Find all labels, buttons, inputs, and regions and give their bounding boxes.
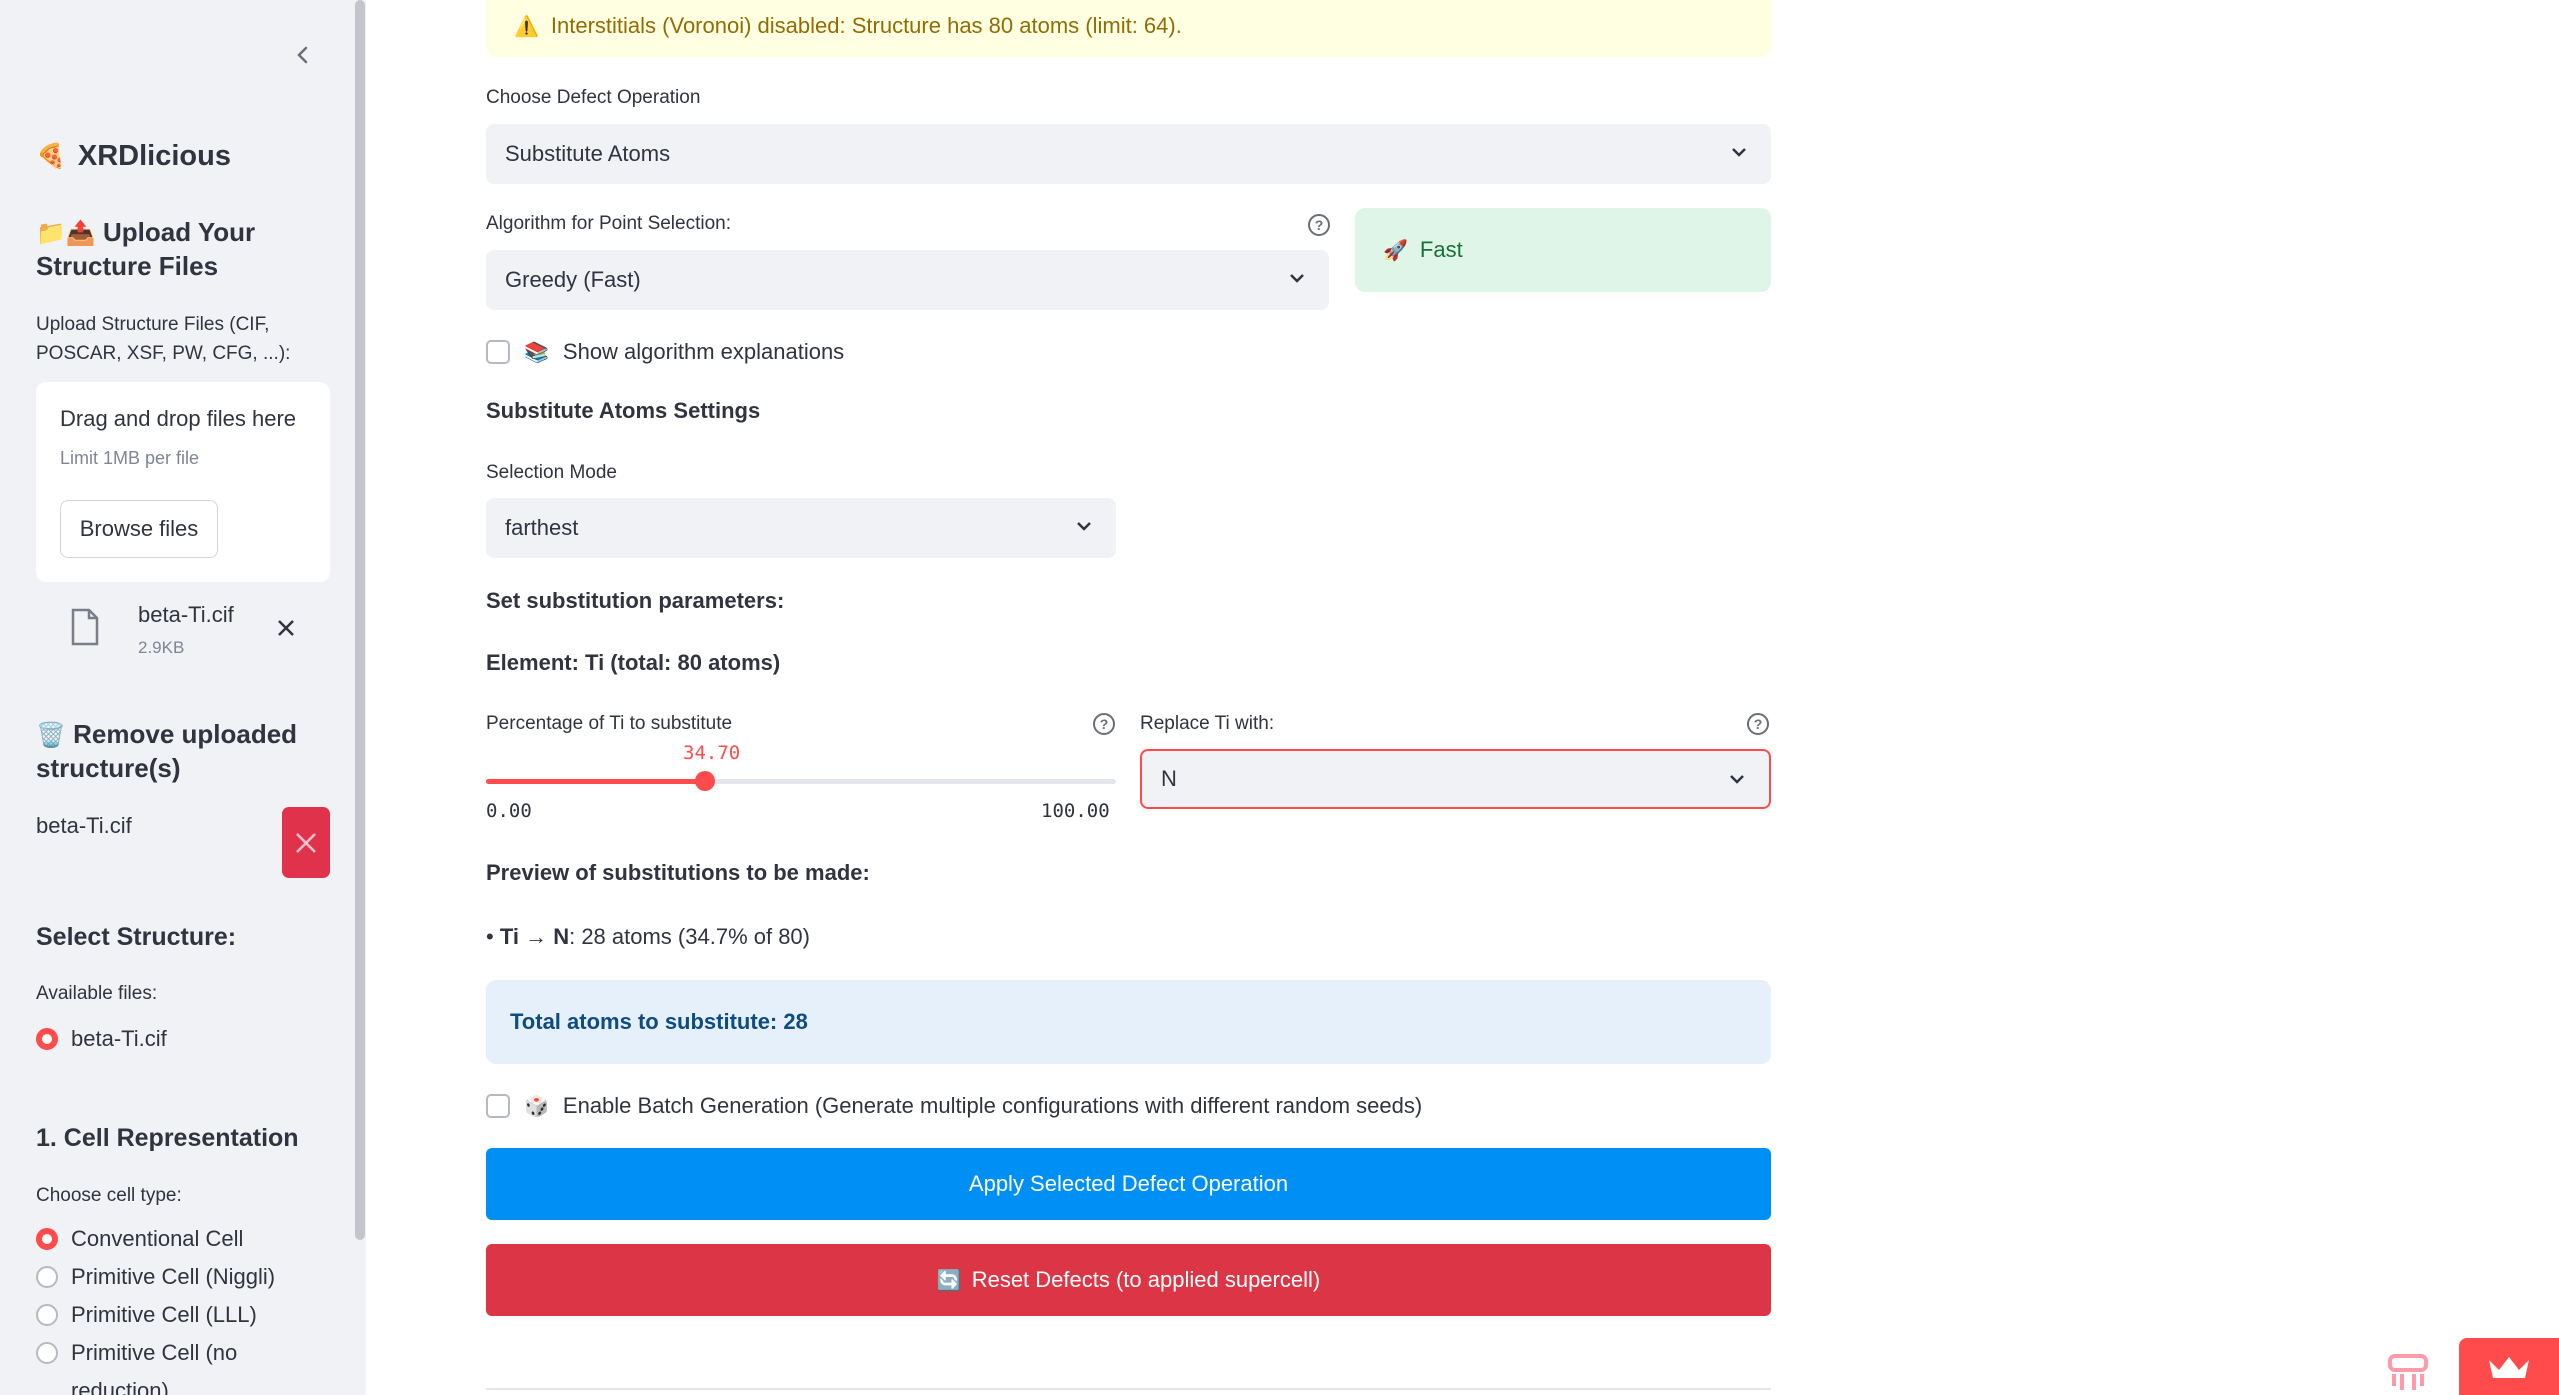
radio-selected[interactable]: [36, 1028, 58, 1050]
radio[interactable]: [36, 1304, 58, 1326]
app-brand: 🍕 XRDlicious: [36, 140, 231, 173]
remove-structure-button[interactable]: [282, 807, 330, 878]
preview-heading: Preview of substitutions to be made:: [486, 860, 870, 885]
rocket-icon: 🚀: [1383, 239, 1408, 262]
uploaded-file: beta-Ti.cif 2.9KB: [36, 596, 336, 676]
cell-radio-niggli[interactable]: Primitive Cell (Niggli): [36, 1264, 275, 1290]
cell-radio-conventional[interactable]: Conventional Cell: [36, 1226, 243, 1252]
warning-alert: ⚠️ Interstitials (Voronoi) disabled: Str…: [486, 0, 1771, 57]
total-info-box: Total atoms to substitute: 28: [486, 980, 1771, 1064]
warning-icon: ⚠️: [514, 16, 539, 38]
show-explanations-checkbox[interactable]: 📚 Show algorithm explanations: [486, 339, 844, 365]
replace-element-select[interactable]: N: [1140, 749, 1771, 809]
preview-item: • Ti → N: 28 atoms (34.7% of 80): [486, 924, 810, 949]
help-icon[interactable]: ?: [1747, 713, 1769, 735]
available-files-label: Available files:: [36, 983, 158, 1004]
cell-radio-no-reduction-cont: reduction): [71, 1378, 169, 1395]
wastebasket-icon: 🗑️: [36, 722, 66, 749]
percentage-label: Percentage of Ti to substitute: [486, 713, 733, 734]
slider-min: 0.00: [486, 800, 532, 822]
replace-label: Replace Ti with:: [1140, 713, 1275, 734]
cell-representation-heading: 1. Cell Representation: [36, 1124, 299, 1152]
streamlit-badge[interactable]: [2459, 1338, 2559, 1395]
defect-operation-select[interactable]: Substitute Atoms: [486, 124, 1771, 184]
uploaded-file-name: beta-Ti.cif: [138, 602, 234, 627]
cell-type-label: Choose cell type:: [36, 1185, 182, 1206]
remove-file-name: beta-Ti.cif: [36, 813, 132, 838]
select-structure-heading: Select Structure:: [36, 923, 237, 951]
structure-radio-beta-ti[interactable]: beta-Ti.cif: [36, 1026, 167, 1052]
checkbox[interactable]: [486, 1094, 510, 1118]
reset-defects-button[interactable]: 🔄 Reset Defects (to applied supercell): [486, 1244, 1771, 1316]
refresh-icon: 🔄: [936, 1269, 962, 1292]
folder-upload-icon: 📁📤: [36, 220, 96, 247]
app-status-icon[interactable]: [2386, 1352, 2430, 1392]
collapse-sidebar-button[interactable]: [288, 40, 318, 70]
set-params-heading: Set substitution parameters:: [486, 588, 785, 613]
help-icon[interactable]: ?: [1093, 713, 1115, 735]
dropzone-title: Drag and drop files here: [60, 406, 297, 431]
defect-operation-label: Choose Defect Operation: [486, 87, 701, 108]
main-content: ⚠️ Interstitials (Voronoi) disabled: Str…: [366, 0, 2559, 1395]
remove-file-button[interactable]: [276, 612, 296, 646]
slider-value: 34.70: [683, 742, 741, 764]
divider: [486, 1388, 1771, 1390]
close-icon: [296, 832, 316, 853]
chevron-down-icon: [1732, 148, 1746, 157]
chevron-down-icon: [1730, 775, 1744, 784]
selection-mode-label: Selection Mode: [486, 462, 617, 483]
dropzone-limit: Limit 1MB per file: [60, 448, 200, 468]
element-heading: Element: Ti (total: 80 atoms): [486, 650, 781, 675]
slider-max: 100.00: [1041, 800, 1110, 822]
crown-icon: [2489, 1356, 2529, 1378]
upload-label: Upload Structure Files (CIF, POSCAR, XSF…: [36, 314, 291, 364]
cell-radio-lll[interactable]: Primitive Cell (LLL): [36, 1302, 257, 1328]
remove-heading: 🗑️ Remove uploaded structure(s): [36, 719, 298, 783]
pizza-icon: 🍕: [36, 143, 66, 170]
uploaded-file-size: 2.9KB: [138, 638, 185, 657]
radio[interactable]: [36, 1342, 58, 1364]
close-icon: [278, 620, 294, 636]
file-dropzone[interactable]: Drag and drop files here Limit 1MB per f…: [36, 382, 330, 582]
radio-selected[interactable]: [36, 1228, 58, 1250]
slider-thumb[interactable]: [695, 771, 715, 791]
sidebar-scrollbar[interactable]: [355, 0, 365, 1240]
chevron-left-icon: [297, 46, 308, 64]
chevron-down-icon: [1290, 274, 1304, 283]
batch-generation-checkbox[interactable]: 🎲 Enable Batch Generation (Generate mult…: [486, 1093, 1422, 1119]
algorithm-select[interactable]: Greedy (Fast): [486, 250, 1329, 310]
slider-fill: [486, 779, 705, 784]
books-icon: 📚: [524, 341, 549, 364]
selection-mode-select[interactable]: farthest: [486, 498, 1116, 558]
percentage-slider[interactable]: [486, 771, 1116, 791]
checkbox[interactable]: [486, 340, 510, 364]
sidebar: 🍕 XRDlicious 📁📤 Upload Your Structure Fi…: [0, 0, 366, 1395]
algorithm-label: Algorithm for Point Selection:: [486, 213, 732, 234]
help-icon[interactable]: ?: [1308, 214, 1330, 236]
browse-files-button[interactable]: Browse files: [60, 500, 218, 558]
warning-text: Interstitials (Voronoi) disabled: Struct…: [550, 13, 1182, 38]
apply-defect-button[interactable]: Apply Selected Defect Operation: [486, 1148, 1771, 1220]
app-title: XRDlicious: [77, 140, 231, 172]
chevron-down-icon: [1077, 522, 1091, 531]
radio[interactable]: [36, 1266, 58, 1288]
dice-icon: 🎲: [524, 1095, 549, 1118]
settings-heading: Substitute Atoms Settings: [486, 398, 761, 423]
upload-heading: 📁📤 Upload Your Structure Files: [36, 217, 256, 281]
file-icon: [71, 608, 99, 646]
speed-badge: 🚀 Fast: [1355, 208, 1771, 292]
cell-radio-no-reduction[interactable]: Primitive Cell (no: [36, 1340, 237, 1366]
